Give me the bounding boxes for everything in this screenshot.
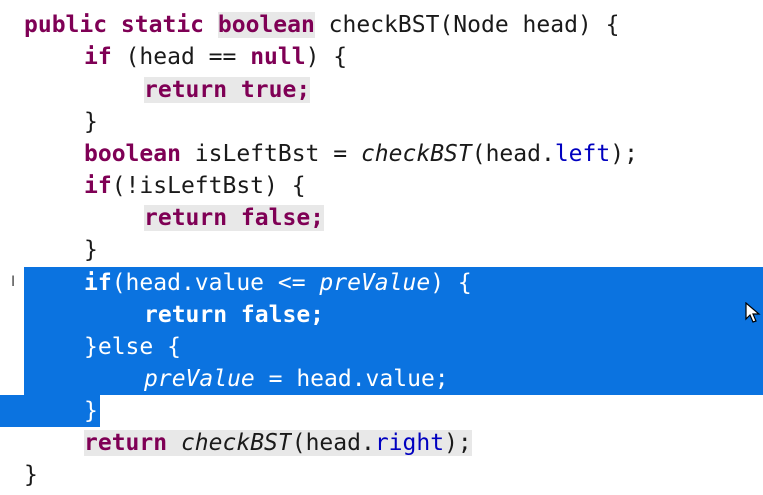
code-text: return checkBST(head.right);	[84, 427, 472, 459]
code-line: return false;	[0, 202, 763, 234]
code-token: }	[84, 398, 98, 424]
code-line-selected: if(head.value <= preValue) {	[0, 267, 763, 299]
code-line: if(!isLeftBst) {	[0, 170, 763, 202]
code-text: if(!isLeftBst) {	[84, 170, 306, 202]
code-token: (	[111, 44, 140, 70]
code-token: );	[610, 141, 638, 167]
code-token: isLeftBst =	[180, 141, 361, 167]
code-token: (!isLeftBst) {	[111, 173, 306, 199]
code-token: }	[84, 109, 98, 135]
code-token: ==	[194, 44, 251, 70]
code-text: if(head.value <= preValue) {	[84, 267, 472, 299]
code-token: }	[84, 237, 98, 263]
code-text: }	[84, 395, 98, 427]
code-token: preValue	[144, 366, 255, 392]
code-token: boolean	[217, 12, 315, 38]
mouse-pointer-icon	[745, 302, 761, 323]
code-line: }	[0, 106, 763, 138]
code-line-selected: preValue = head.value;	[0, 363, 763, 395]
code-token: = head.value;	[254, 366, 449, 392]
code-token: return	[84, 430, 168, 456]
code-token: ) {	[305, 44, 348, 70]
code-token: ) {	[577, 12, 620, 38]
code-line-selected: }	[0, 395, 763, 427]
code-token: if	[84, 44, 112, 70]
code-text: public static boolean checkBST(Node head…	[24, 9, 619, 41]
code-line-selected: return false;	[0, 299, 763, 331]
code-token: head	[522, 12, 578, 38]
code-text: return true;	[144, 74, 311, 106]
code-token: right	[374, 430, 445, 456]
code-token: public static	[24, 12, 218, 38]
code-token: null	[250, 44, 306, 70]
code-token: return false;	[144, 302, 325, 328]
code-text: preValue = head.value;	[144, 363, 449, 395]
code-token: ) {	[430, 270, 472, 296]
code-text: }	[84, 106, 98, 138]
code-line: public static boolean checkBST(Node head…	[0, 9, 763, 41]
code-token: if	[84, 270, 112, 296]
code-token: (head.value <=	[111, 270, 320, 296]
text-cursor-icon: I	[11, 274, 16, 290]
code-line: }	[0, 234, 763, 266]
code-text: return false;	[144, 299, 324, 331]
code-token: (head.	[471, 141, 555, 167]
code-line: if (head == null) {	[0, 41, 763, 73]
code-line: return true;	[0, 74, 763, 106]
code-token	[167, 430, 181, 456]
code-token: boolean	[84, 141, 181, 167]
code-token: checkBST	[360, 141, 472, 167]
code-line: }	[0, 459, 763, 491]
code-text: }	[24, 459, 38, 491]
code-token: preValue	[319, 270, 431, 296]
code-token: return false;	[144, 205, 325, 231]
code-text: }	[84, 234, 98, 266]
code-token: (head.	[291, 430, 375, 456]
code-token: );	[444, 430, 472, 456]
code-line: boolean isLeftBst = checkBST(head.left);	[0, 138, 763, 170]
code-token: checkBST	[180, 430, 292, 456]
code-editor[interactable]: public static boolean checkBST(Node head…	[0, 0, 763, 495]
code-token: left	[554, 141, 611, 167]
code-text: }else {	[84, 331, 181, 363]
code-token: return true;	[144, 77, 311, 103]
code-line: return checkBST(head.right);	[0, 427, 763, 459]
code-token: checkBST(Node	[314, 12, 523, 38]
code-token: }else {	[84, 334, 181, 360]
code-text: if (head == null) {	[84, 41, 347, 73]
code-token: }	[24, 462, 38, 488]
code-line-selected: }else {	[0, 331, 763, 363]
code-token: if	[84, 173, 112, 199]
code-text: boolean isLeftBst = checkBST(head.left);	[84, 138, 638, 170]
code-token: head	[139, 44, 195, 70]
code-text: return false;	[144, 202, 325, 234]
